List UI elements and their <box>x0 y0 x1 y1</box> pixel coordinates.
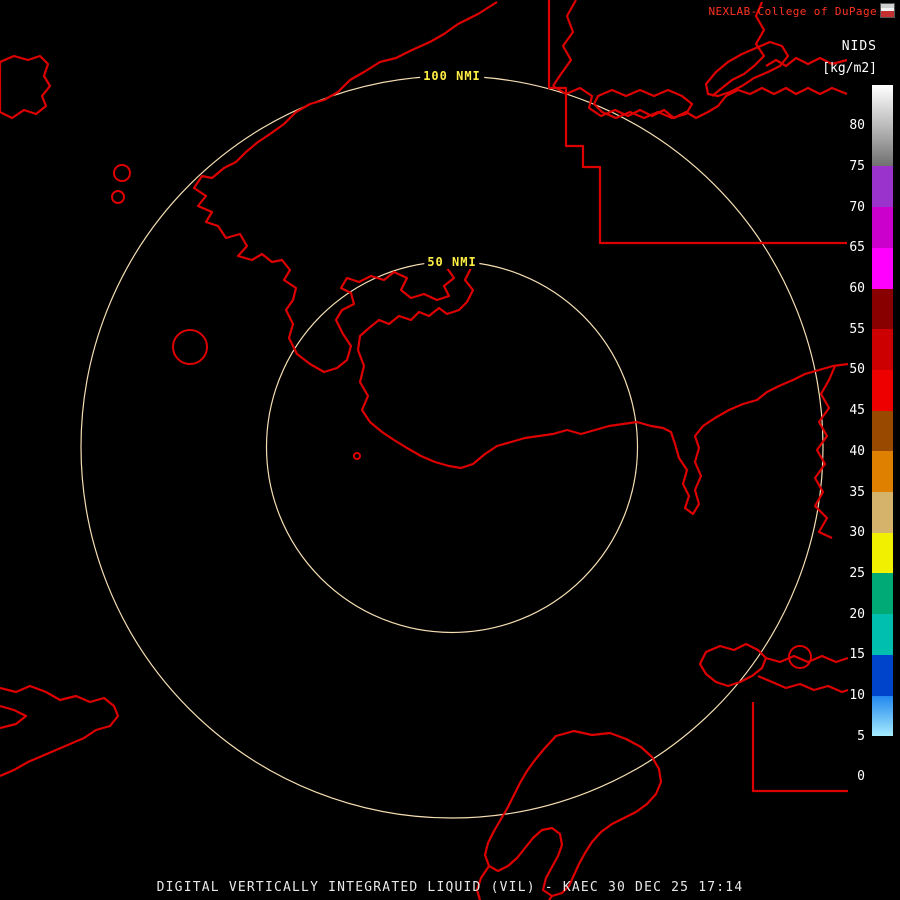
scale-units-label: [kg/m2] <box>822 61 877 76</box>
island-outline-3 <box>353 452 361 460</box>
colorbar-tick-70: 70 <box>849 199 865 215</box>
coastline-path-5 <box>592 88 694 120</box>
range-ring-label-100: 100 NMI <box>420 69 484 83</box>
range-ring-label-50: 50 NMI <box>424 254 480 269</box>
colorbar-segment-80-85 <box>872 85 893 127</box>
colorbar-tick-25: 25 <box>849 565 865 581</box>
coastline-path-2 <box>547 0 847 245</box>
colorbar-tick-40: 40 <box>849 443 865 459</box>
colorbar-tick-55: 55 <box>849 321 865 337</box>
colorbar-tick-35: 35 <box>849 484 865 500</box>
island-outline-0 <box>113 164 131 182</box>
colorbar-segment-70-75 <box>872 166 893 208</box>
coastline-path-10 <box>0 684 120 778</box>
colorbar-segment-15-20 <box>872 614 893 656</box>
coastline-path-11 <box>0 704 28 730</box>
colorbar-tick-20: 20 <box>849 606 865 622</box>
colorbar-segment-55-60 <box>872 288 893 330</box>
colorbar-tick-75: 75 <box>849 158 865 174</box>
colorbar-segment-75-80 <box>872 125 893 167</box>
brand-logo-icon <box>880 3 895 18</box>
radar-display: 100 NMI 50 NMI NEXLAB-College of DuPage N… <box>0 0 900 900</box>
colorbar-tick-5: 5 <box>857 728 865 744</box>
colorbar-segment-40-45 <box>872 410 893 452</box>
colorbar-segment-<0 <box>872 776 893 798</box>
product-status-text: DIGITAL VERTICALLY INTEGRATED LIQUID (VI… <box>156 880 744 895</box>
colorbar-tick-10: 10 <box>849 688 865 703</box>
colorbar-tick-0: 0 <box>857 769 865 785</box>
colorbar-segment-25-30 <box>872 532 893 574</box>
colorbar-tick-50: 50 <box>849 362 865 378</box>
colorbar-tick-45: 45 <box>849 403 865 419</box>
coastline-path-14 <box>698 642 768 688</box>
coastline-path-0 <box>192 1 849 516</box>
colorbar-segment-30-35 <box>872 492 893 534</box>
colorbar-segment-20-25 <box>872 573 893 615</box>
colorbar-tick-65: 65 <box>849 240 865 256</box>
colorbar-segment-45-50 <box>872 369 893 412</box>
coastline-path-9 <box>0 54 52 120</box>
coastline-path-4 <box>552 85 848 120</box>
colorbar-tick-15: 15 <box>849 647 865 663</box>
colorbar-tick-60: 60 <box>849 281 865 296</box>
scale-title: NIDS <box>841 39 877 54</box>
colorbar-segment-65-70 <box>872 207 893 249</box>
colorbar-segment-0-5 <box>872 736 893 778</box>
range-ring-50nmi <box>265 260 639 634</box>
coastline-path-3 <box>552 0 577 87</box>
island-outline-1 <box>111 190 125 204</box>
colorbar-segment-60-65 <box>872 247 893 290</box>
island-outline-2 <box>172 329 208 365</box>
radar-map <box>0 0 849 900</box>
coastline-path-7 <box>704 40 790 98</box>
colorbar-segment-10-15 <box>872 654 893 697</box>
range-ring-100nmi <box>80 75 824 819</box>
colorbar-segment-35-40 <box>872 451 893 493</box>
colorbar-segment-50-55 <box>872 329 893 371</box>
colorbar-segment-5-10 <box>872 695 893 737</box>
colorbar-tick-30: 30 <box>849 525 865 541</box>
brand-text: NEXLAB-College of DuPage <box>708 5 877 18</box>
colorbar-tick-80: 80 <box>849 118 865 134</box>
